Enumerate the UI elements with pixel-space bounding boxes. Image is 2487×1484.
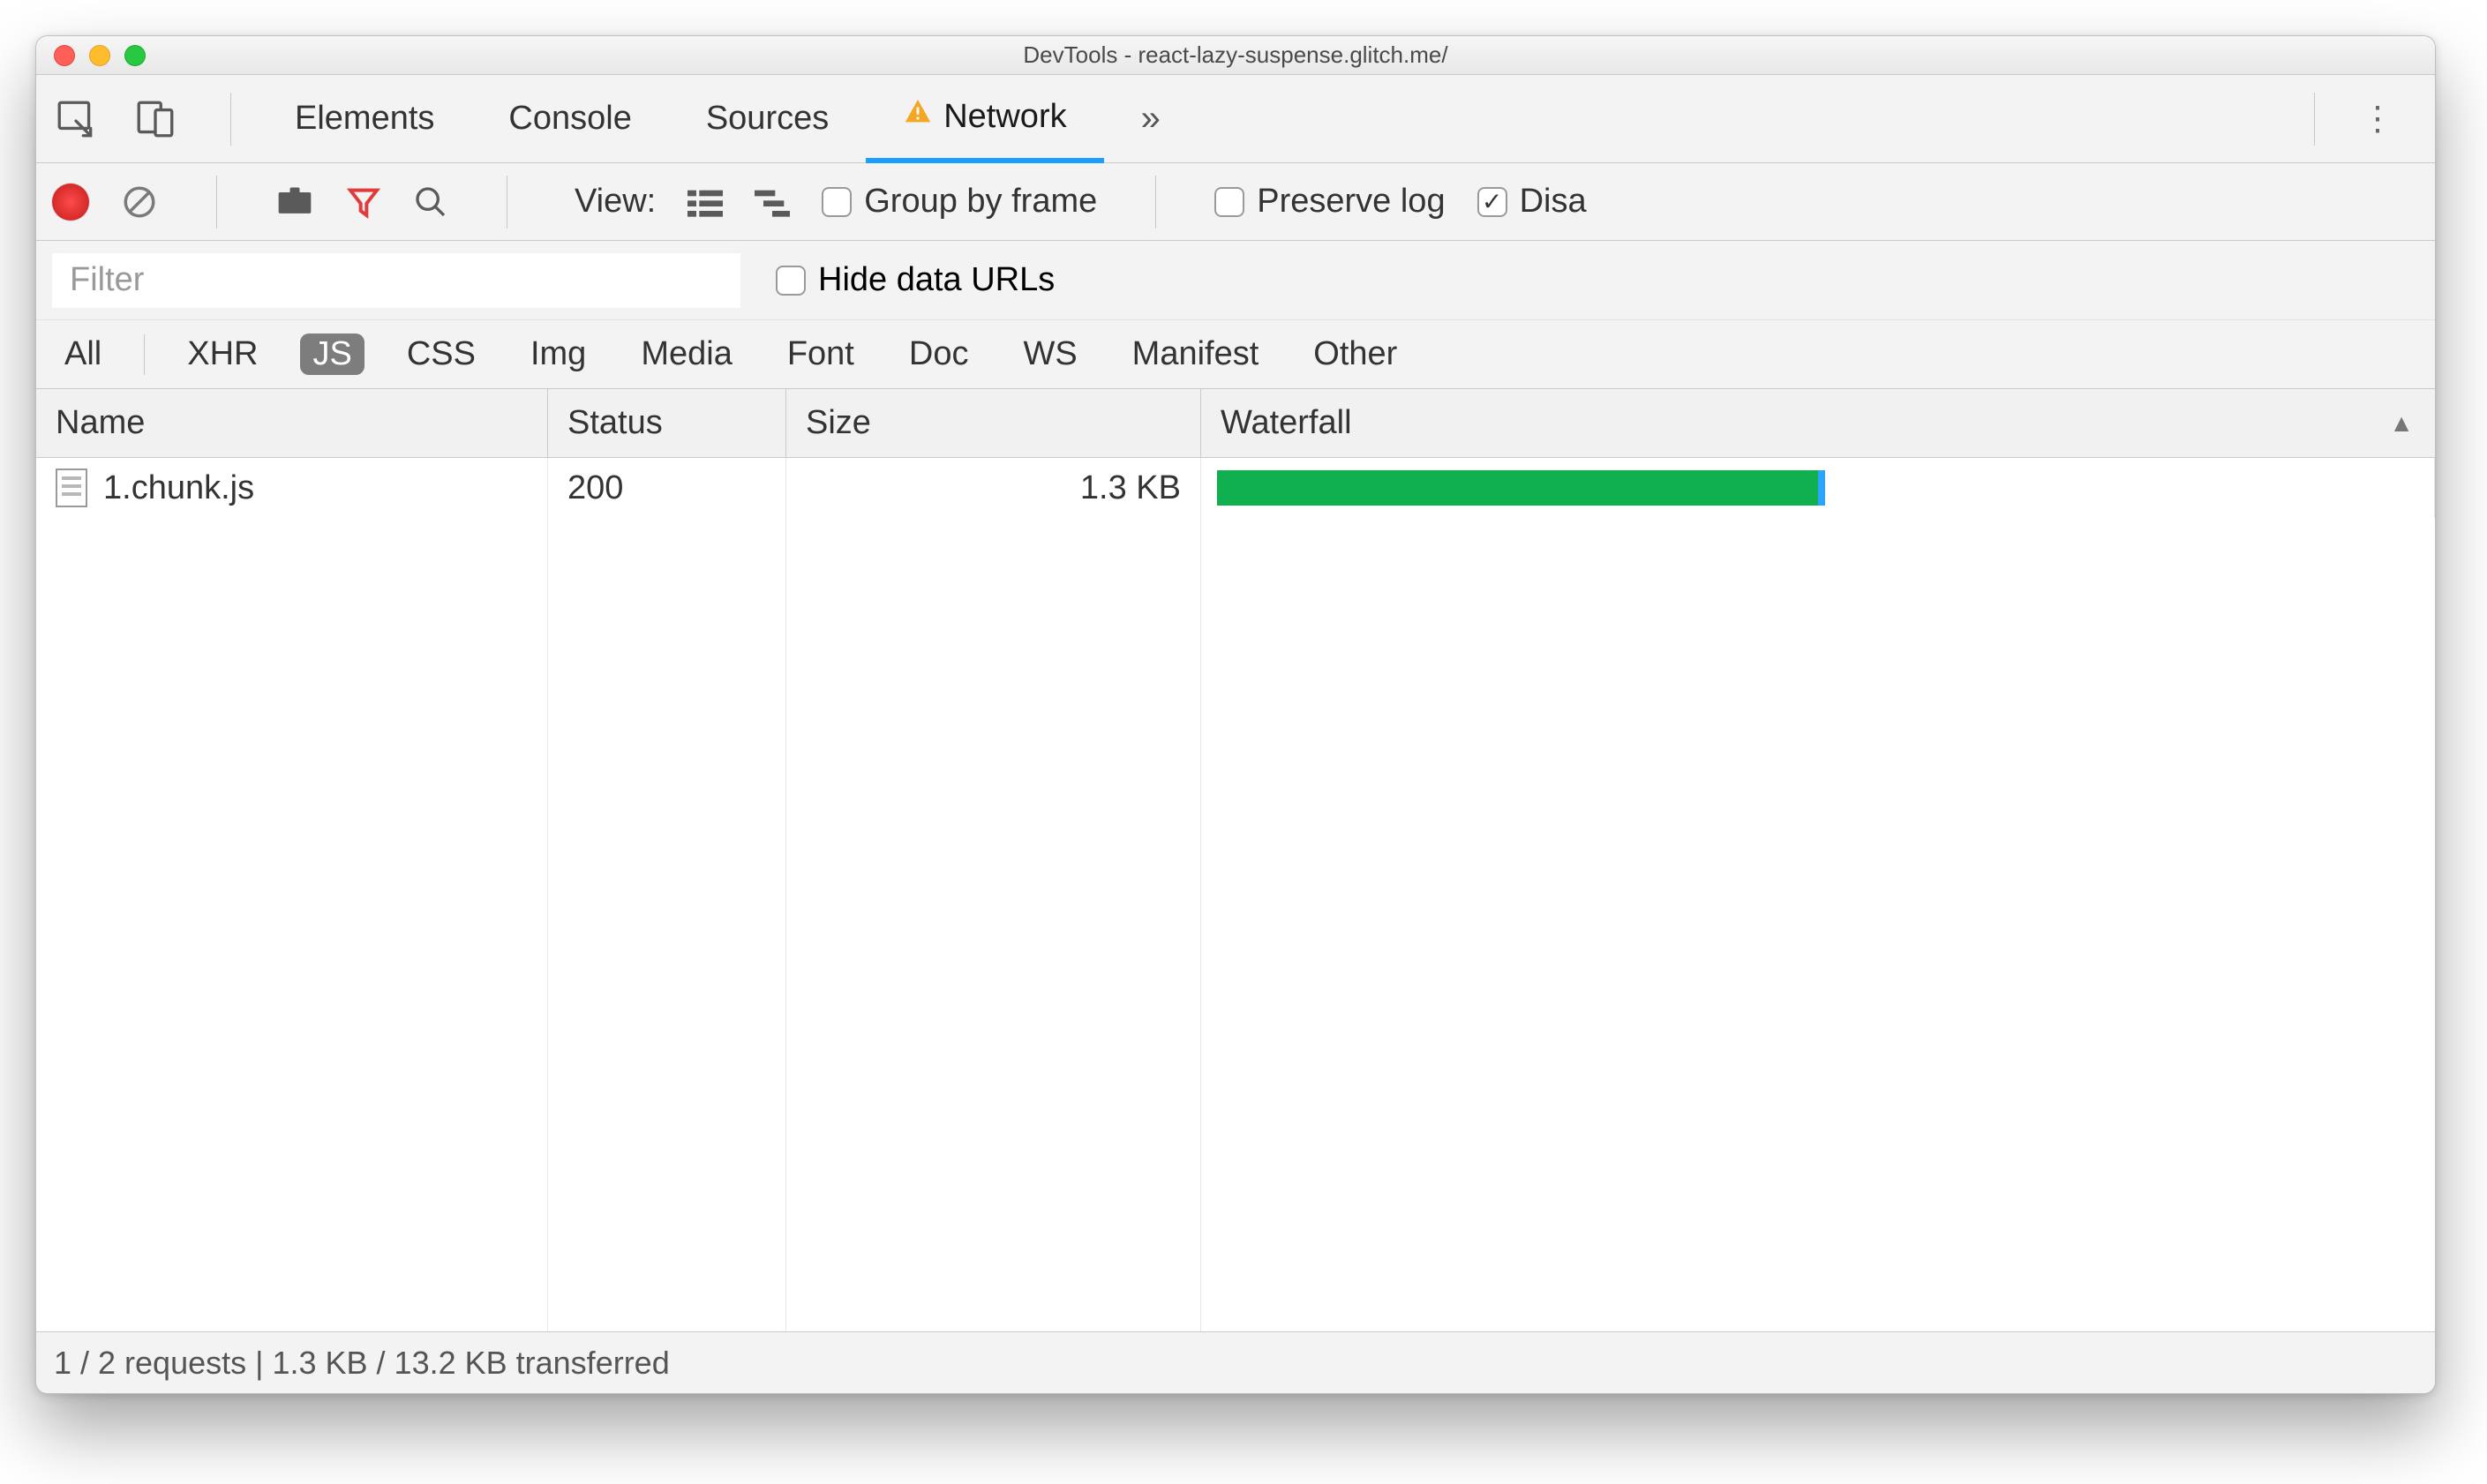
device-toolbar-icon[interactable] bbox=[133, 97, 177, 141]
devtools-window: DevTools - react-lazy-suspense.glitch.me… bbox=[35, 35, 2436, 1394]
filter-icon[interactable] bbox=[346, 184, 381, 220]
window-title: DevTools - react-lazy-suspense.glitch.me… bbox=[1023, 41, 1447, 69]
zoom-window-button[interactable] bbox=[124, 45, 146, 66]
close-window-button[interactable] bbox=[54, 45, 75, 66]
devtools-menu-button[interactable]: ⋮ bbox=[2341, 99, 2414, 139]
table-header: Name Status Size Waterfall ▲ bbox=[36, 389, 2435, 458]
separator bbox=[230, 93, 231, 146]
column-header-size[interactable]: Size bbox=[786, 389, 1201, 457]
request-size-cell[interactable]: 1.3 KB bbox=[786, 458, 1201, 518]
type-filter-doc[interactable]: Doc bbox=[897, 334, 981, 375]
type-filter-font[interactable]: Font bbox=[775, 334, 867, 375]
column-label: Waterfall bbox=[1221, 404, 1352, 442]
column-label: Size bbox=[806, 404, 871, 442]
disable-cache-checkbox[interactable]: Disa bbox=[1477, 183, 1587, 221]
record-button[interactable] bbox=[52, 184, 89, 221]
hide-data-urls-label: Hide data URLs bbox=[818, 261, 1055, 299]
hide-data-urls-checkbox[interactable]: Hide data URLs bbox=[776, 261, 1055, 299]
type-filter-js[interactable]: JS bbox=[300, 334, 364, 375]
separator bbox=[2314, 93, 2315, 146]
filter-input[interactable] bbox=[52, 253, 740, 308]
tab-label: Sources bbox=[706, 100, 829, 138]
titlebar: DevTools - react-lazy-suspense.glitch.me… bbox=[36, 36, 2435, 75]
traffic-lights bbox=[54, 45, 146, 66]
requests-table: Name Status Size Waterfall ▲ 1.chunk.js 2001.… bbox=[36, 389, 2435, 1331]
network-toolbar: View: Group by frame Preserve log Disa bbox=[36, 163, 2435, 241]
tab-label: Network bbox=[943, 98, 1066, 136]
tab-label: Elements bbox=[295, 100, 434, 138]
request-name: 1.chunk.js bbox=[103, 469, 254, 507]
waterfall-view-icon[interactable] bbox=[755, 187, 790, 217]
tab-elements[interactable]: Elements bbox=[258, 75, 471, 162]
request-waterfall-cell[interactable] bbox=[1201, 458, 2435, 518]
file-icon bbox=[56, 468, 87, 507]
preserve-log-label: Preserve log bbox=[1257, 183, 1445, 221]
request-type-filters: All XHR JS CSS Img Media Font Doc WS Manifest Othe… bbox=[36, 320, 2435, 389]
request-status-cell[interactable]: 200 bbox=[548, 458, 786, 518]
status-bar: 1 / 2 requests | 1.3 KB / 13.2 KB transf… bbox=[36, 1331, 2435, 1393]
type-filter-other[interactable]: Other bbox=[1301, 334, 1409, 375]
clear-button[interactable] bbox=[121, 184, 158, 221]
capture-screenshots-icon[interactable] bbox=[275, 187, 314, 217]
group-by-frame-checkbox[interactable]: Group by frame bbox=[822, 183, 1097, 221]
waterfall-bar bbox=[1217, 470, 1818, 506]
type-filter-all[interactable]: All bbox=[52, 334, 114, 375]
column-label: Name bbox=[56, 404, 145, 442]
type-filter-media[interactable]: Media bbox=[628, 334, 745, 375]
type-filter-manifest[interactable]: Manifest bbox=[1120, 334, 1272, 375]
filter-row: Hide data URLs bbox=[36, 241, 2435, 320]
column-header-name[interactable]: Name bbox=[36, 389, 548, 457]
separator bbox=[144, 334, 145, 375]
large-rows-icon[interactable] bbox=[687, 187, 723, 217]
tab-network[interactable]: Network bbox=[866, 76, 1103, 163]
sort-indicator-icon: ▲ bbox=[2389, 409, 2414, 438]
warning-icon bbox=[903, 97, 933, 136]
separator bbox=[1155, 176, 1156, 229]
status-text: 1 / 2 requests | 1.3 KB / 13.2 KB transf… bbox=[54, 1345, 670, 1382]
group-by-frame-label: Group by frame bbox=[864, 183, 1097, 221]
type-filter-img[interactable]: Img bbox=[518, 334, 598, 375]
request-name-cell[interactable]: 1.chunk.js bbox=[36, 458, 548, 518]
view-label: View: bbox=[575, 183, 656, 221]
type-filter-css[interactable]: CSS bbox=[394, 334, 488, 375]
inspect-element-icon[interactable] bbox=[54, 97, 98, 141]
minimize-window-button[interactable] bbox=[89, 45, 110, 66]
type-filter-ws[interactable]: WS bbox=[1011, 334, 1089, 375]
preserve-log-checkbox[interactable]: Preserve log bbox=[1214, 183, 1445, 221]
table-body: 1.chunk.js 2001.3 KB bbox=[36, 458, 2435, 1331]
main-tabs-row: Elements Console Sources Network » ⋮ bbox=[36, 75, 2435, 163]
more-tabs-button[interactable]: » bbox=[1104, 75, 1198, 162]
search-icon[interactable] bbox=[413, 184, 448, 220]
column-header-status[interactable]: Status bbox=[548, 389, 786, 457]
column-header-waterfall[interactable]: Waterfall ▲ bbox=[1201, 389, 2435, 457]
tab-sources[interactable]: Sources bbox=[669, 75, 866, 162]
column-label: Status bbox=[567, 404, 663, 442]
disable-cache-label: Disa bbox=[1520, 183, 1587, 221]
tab-console[interactable]: Console bbox=[471, 75, 668, 162]
tab-label: Console bbox=[508, 100, 631, 138]
type-filter-xhr[interactable]: XHR bbox=[175, 334, 270, 375]
separator bbox=[216, 176, 217, 229]
